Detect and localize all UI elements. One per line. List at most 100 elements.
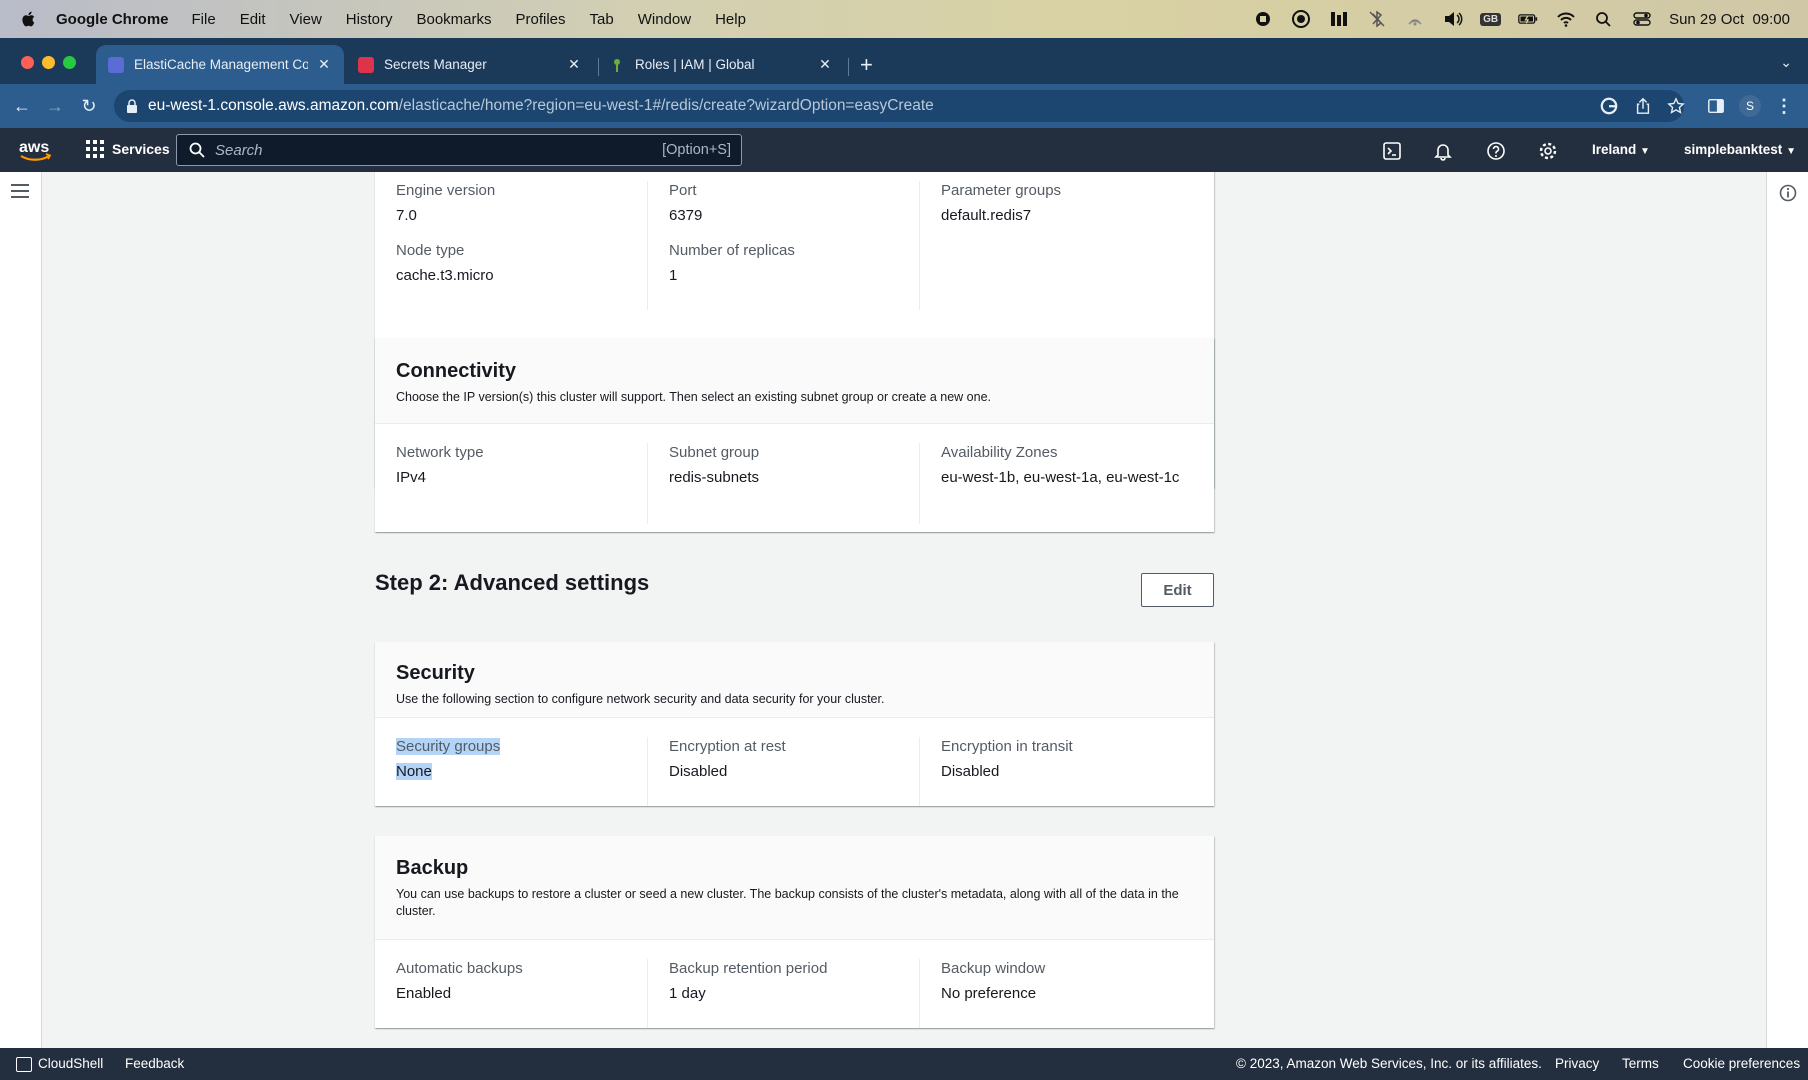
close-tab-icon[interactable]: ✕ (566, 56, 582, 73)
cloudshell-link[interactable]: CloudShell (38, 1056, 103, 1071)
aws-logo-icon[interactable]: aws (18, 136, 54, 164)
step2-heading: Step 2: Advanced settings (375, 570, 650, 595)
wifi-icon[interactable] (1555, 10, 1577, 28)
secrets-manager-favicon-icon (358, 56, 374, 73)
settings-gear-icon[interactable] (1537, 140, 1559, 162)
services-menu-button[interactable]: Services (86, 140, 170, 158)
field-value-wrap: None (396, 762, 626, 782)
console-footer: CloudShell Feedback © 2023, Amazon Web S… (0, 1048, 1808, 1080)
menu-window[interactable]: Window (638, 11, 691, 28)
field-label: Encryption at rest (669, 738, 786, 755)
zoom-window-button[interactable] (63, 56, 76, 69)
privacy-link[interactable]: Privacy (1555, 1056, 1599, 1071)
field-value: cache.t3.micro (396, 267, 494, 284)
apple-menu-icon[interactable] (20, 10, 38, 28)
close-tab-icon[interactable]: ✕ (316, 56, 332, 73)
field-label-wrap: Security groups (396, 737, 626, 757)
menu-tab[interactable]: Tab (590, 11, 614, 28)
feedback-link[interactable]: Feedback (125, 1056, 184, 1071)
tab-elasticache[interactable]: ElastiCache Management Con ✕ (96, 45, 344, 84)
menu-bookmarks[interactable]: Bookmarks (416, 11, 491, 28)
field-label: Subnet group (669, 444, 760, 461)
menu-history[interactable]: History (346, 11, 393, 28)
tab-title: Secrets Manager (384, 57, 487, 72)
field-label: Backup retention period (669, 960, 828, 977)
airdrop-icon[interactable] (1404, 10, 1426, 28)
hamburger-menu-icon[interactable] (11, 184, 29, 198)
close-tab-icon[interactable]: ✕ (817, 56, 833, 73)
region-selector[interactable]: Ireland ▼ (1592, 142, 1650, 157)
side-panel-icon[interactable] (1704, 94, 1728, 118)
keyboard-input-badge[interactable]: GB (1480, 12, 1502, 26)
share-icon[interactable] (1631, 94, 1655, 118)
section-description: You can use backups to restore a cluster… (396, 887, 1179, 918)
empty-field (919, 241, 1214, 310)
field-label: Automatic backups (396, 960, 523, 977)
tools-panel-rail (1766, 172, 1808, 1048)
bluetooth-off-icon[interactable] (1366, 10, 1388, 28)
record-icon[interactable] (1252, 10, 1274, 28)
automatic-backups-field: Automatic backups Enabled (375, 959, 647, 1028)
field-value: 7.0 (396, 207, 417, 224)
url-path: /elasticache/home?region=eu-west-1#/redi… (398, 97, 934, 114)
tab-search-chevron-icon[interactable]: ⌄ (1780, 54, 1792, 71)
google-lens-icon[interactable] (1597, 94, 1621, 118)
screen-record-icon[interactable] (1290, 10, 1312, 28)
tab-secrets-manager[interactable]: Secrets Manager ✕ (346, 45, 594, 84)
field-value: Enabled (396, 985, 452, 1002)
security-card: Security Use the following section to co… (375, 642, 1214, 806)
chrome-menu-icon[interactable]: ⋮ (1772, 94, 1796, 118)
tab-iam-roles[interactable]: Roles | IAM | Global ✕ (597, 45, 845, 84)
spotlight-search-icon[interactable] (1593, 10, 1615, 28)
subnet-group-field: Subnet group redis-subnets (647, 443, 919, 524)
back-arrow-icon[interactable]: ← (10, 94, 34, 118)
field-value: default.redis7 (941, 207, 1032, 224)
browser-tab-strip: ElastiCache Management Con ✕ Secrets Man… (0, 38, 1808, 84)
info-icon[interactable] (1779, 184, 1797, 202)
field-value: 1 (669, 267, 678, 284)
field-label: Availability Zones (941, 444, 1058, 461)
close-window-button[interactable] (21, 56, 34, 69)
volume-icon[interactable] (1442, 10, 1464, 28)
address-bar[interactable]: eu-west-1.console.aws.amazon.com/elastic… (114, 90, 1684, 122)
encryption-in-transit-field: Encryption in transit Disabled (919, 737, 1214, 806)
bookmark-star-icon[interactable] (1664, 94, 1688, 118)
account-menu[interactable]: simplebanktest ▼ (1684, 142, 1796, 157)
menu-view[interactable]: View (290, 11, 322, 28)
new-tab-plus-icon[interactable]: + (860, 52, 873, 78)
replicas-field: Number of replicas 1 (647, 241, 919, 310)
battery-charging-icon[interactable] (1517, 10, 1539, 28)
menu-edit[interactable]: Edit (240, 11, 266, 28)
menu-profiles[interactable]: Profiles (516, 11, 566, 28)
svg-text:aws: aws (19, 139, 49, 156)
security-header: Security Use the following section to co… (375, 642, 1214, 718)
minimize-window-button[interactable] (42, 56, 55, 69)
aws-search-box[interactable]: [Option+S] (176, 134, 742, 166)
menu-help[interactable]: Help (715, 11, 746, 28)
menu-file[interactable]: File (192, 11, 216, 28)
services-grid-icon (86, 140, 104, 158)
field-value: 1 day (669, 985, 706, 1002)
menubar-clock[interactable]: Sun 29 Oct 09:00 (1669, 11, 1790, 28)
notifications-bell-icon[interactable] (1432, 140, 1454, 162)
cloudshell-icon[interactable] (16, 1057, 32, 1072)
elasticache-favicon-icon (108, 56, 124, 73)
cloudshell-icon[interactable] (1381, 140, 1403, 162)
reload-icon[interactable]: ↻ (77, 94, 101, 118)
help-icon[interactable] (1485, 140, 1507, 162)
services-label: Services (112, 141, 170, 157)
field-label: Encryption in transit (941, 738, 1073, 755)
network-type-field: Network type IPv4 (375, 443, 647, 524)
cookie-preferences-link[interactable]: Cookie preferences (1683, 1056, 1800, 1071)
field-value: No preference (941, 985, 1037, 1002)
app-name[interactable]: Google Chrome (56, 11, 169, 28)
edit-advanced-settings-button[interactable]: Edit (1141, 573, 1214, 607)
forward-arrow-icon[interactable]: → (43, 94, 67, 118)
control-center-icon[interactable] (1631, 10, 1653, 28)
profile-avatar[interactable]: S (1738, 94, 1762, 118)
audio-bars-icon[interactable] (1328, 10, 1350, 28)
terms-link[interactable]: Terms (1622, 1056, 1659, 1071)
search-input[interactable] (215, 141, 615, 159)
connectivity-card: Connectivity Choose the IP version(s) th… (375, 338, 1214, 532)
backup-card: Backup You can use backups to restore a … (375, 836, 1214, 1028)
